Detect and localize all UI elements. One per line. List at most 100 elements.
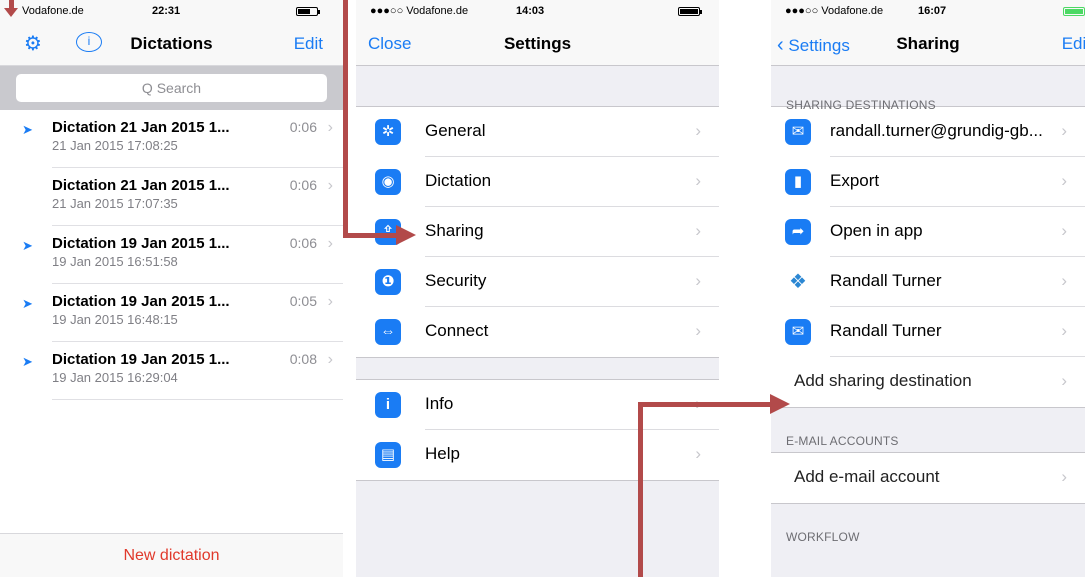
dropbox-icon: ❖	[785, 269, 811, 295]
dictation-duration: 0:05	[289, 293, 317, 309]
add-email-account-row[interactable]: Add e-mail account ›	[771, 453, 1085, 503]
chevron-right-icon: ›	[1061, 221, 1067, 240]
add-sharing-destination-row[interactable]: Add sharing destination ›	[771, 357, 1085, 407]
page-title: Dictations	[130, 34, 213, 53]
chevron-right-icon: ›	[1061, 321, 1067, 340]
settings-row-general[interactable]: ✲ General ›	[356, 107, 719, 157]
chevron-right-icon: ›	[327, 235, 333, 252]
dictations-nav-bar: ⚙ i Dictations Edit	[0, 22, 343, 66]
row-label: Connect	[425, 321, 489, 340]
chevron-right-icon: ›	[327, 351, 333, 368]
page-title: Settings	[503, 34, 572, 53]
sharing-nav-bar: ‹ Settings Sharing Edit	[771, 22, 1085, 66]
record-icon: ◉	[375, 169, 401, 195]
email-accounts-group: Add e-mail account ›	[771, 452, 1085, 504]
dictation-row[interactable]: ➤ Dictation 19 Jan 2015 1... 19 Jan 2015 1…	[22, 226, 343, 284]
chevron-right-icon: ›	[695, 121, 701, 140]
settings-row-open-in-app[interactable]: ➦ Open in app ›	[771, 207, 1085, 257]
edit-button[interactable]: Edit	[294, 34, 323, 54]
dictation-row[interactable]: ➤ Dictation 21 Jan 2015 1... 21 Jan 2015 1…	[22, 110, 343, 168]
chevron-right-icon: ›	[327, 293, 333, 310]
open-in-app-icon: ➦	[785, 219, 811, 245]
dictation-date: 19 Jan 2015 16:29:04	[52, 370, 178, 385]
row-label: Open in app	[830, 221, 923, 240]
dictation-duration: 0:06	[289, 119, 317, 135]
dictation-row[interactable]: ➤ Dictation 19 Jan 2015 1... 19 Jan 2015 1…	[22, 284, 343, 342]
settings-row-randall-turner-grundig-gb[interactable]: ✉ randall.turner@grundig-gb... ›	[771, 107, 1085, 157]
settings-row-dictation[interactable]: ◉ Dictation ›	[356, 157, 719, 207]
search-bar: Q Search	[0, 66, 343, 110]
dictation-list: ➤ Dictation 21 Jan 2015 1... 21 Jan 2015 1…	[0, 110, 343, 400]
gear-icon: ✲	[375, 119, 401, 145]
chevron-right-icon: ›	[695, 444, 701, 463]
search-input[interactable]: Q Search	[16, 74, 327, 102]
status-bar: ●●●○○ Vodafone.de 16:07	[771, 0, 1085, 22]
settings-row-randall-turner[interactable]: ✉ Randall Turner ›	[771, 307, 1085, 357]
status-time: 16:07	[918, 5, 947, 17]
row-label: General	[425, 121, 486, 140]
row-label: Info	[425, 394, 454, 413]
dictation-date: 19 Jan 2015 16:51:58	[52, 254, 178, 269]
usb-icon: ▮	[785, 169, 811, 195]
status-time: 14:03	[516, 5, 545, 17]
sent-icon: ➤	[22, 296, 33, 311]
chevron-right-icon: ›	[327, 177, 333, 194]
book-icon: ▤	[375, 442, 401, 468]
settings-row-randall-turner[interactable]: ❖ Randall Turner ›	[771, 257, 1085, 307]
chevron-right-icon: ›	[1061, 467, 1067, 486]
edit-button[interactable]: Edit	[1062, 34, 1085, 54]
row-label: Security	[425, 271, 487, 290]
dictations-screen: Vodafone.de 22:31 ⚙ i Dictations Edit Q …	[0, 0, 343, 577]
settings-row-export[interactable]: ▮ Export ›	[771, 157, 1085, 207]
page-title: Sharing	[896, 34, 960, 53]
dictation-date: 21 Jan 2015 17:07:35	[52, 196, 178, 211]
settings-group-info: i Info ›▤ Help ›	[356, 379, 719, 481]
row-label: Randall Turner	[830, 271, 942, 290]
add-email-account-label: Add e-mail account	[794, 467, 940, 486]
row-label: randall.turner@grundig-gb...	[830, 121, 1043, 140]
carrier-label: ●●●○○ Vodafone.de	[785, 5, 884, 17]
status-bar: Vodafone.de 22:31	[0, 0, 343, 22]
dictation-date: 21 Jan 2015 17:08:25	[52, 138, 178, 153]
row-label: Sharing	[425, 221, 484, 240]
battery-icon	[1063, 7, 1085, 16]
dictation-name: Dictation 19 Jan 2015 1...	[52, 293, 230, 310]
chevron-right-icon: ›	[695, 271, 701, 290]
sharing-destinations-group: ✉ randall.turner@grundig-gb... › ▮ Export › ➦ O…	[771, 106, 1085, 408]
status-time: 22:31	[152, 5, 181, 17]
lock-icon: ❶	[375, 269, 401, 295]
mail-icon: ✉	[785, 319, 811, 345]
dictation-name: Dictation 19 Jan 2015 1...	[52, 351, 230, 368]
battery-icon	[678, 7, 702, 16]
settings-screen: ●●●○○ Vodafone.de 14:03 Close Settings ✲…	[356, 0, 719, 577]
carrier-label: ●●●○○ Vodafone.de	[370, 5, 469, 17]
dictation-name: Dictation 19 Jan 2015 1...	[52, 235, 230, 252]
sent-icon: ➤	[22, 238, 33, 253]
new-dictation-button[interactable]: New dictation	[0, 533, 343, 577]
sent-icon: ➤	[22, 354, 33, 369]
chevron-right-icon: ›	[695, 221, 701, 240]
settings-nav-bar: Close Settings	[356, 22, 719, 66]
chevron-right-icon: ›	[1061, 121, 1067, 140]
chevron-right-icon: ›	[327, 119, 333, 136]
section-title-email: E-MAIL ACCOUNTS	[786, 434, 899, 448]
settings-row-security[interactable]: ❶ Security ›	[356, 257, 719, 307]
row-label: Help	[425, 444, 460, 463]
row-label: Export	[830, 171, 880, 190]
settings-row-connect[interactable]: ⇔ Connect ›	[356, 307, 719, 357]
status-bar: ●●●○○ Vodafone.de 14:03	[356, 0, 719, 22]
battery-icon	[296, 7, 320, 16]
chevron-right-icon: ›	[695, 171, 701, 190]
chevron-right-icon: ›	[1061, 171, 1067, 190]
row-label: Dictation	[425, 171, 492, 190]
dictation-row[interactable]: Dictation 21 Jan 2015 1... 21 Jan 2015 17…	[52, 168, 343, 226]
settings-row-help[interactable]: ▤ Help ›	[356, 430, 719, 480]
carrier-label: Vodafone.de	[22, 5, 84, 17]
chevron-right-icon: ›	[1061, 371, 1067, 390]
sent-icon: ➤	[22, 122, 33, 137]
dictation-row[interactable]: ➤ Dictation 19 Jan 2015 1... 19 Jan 2015 1…	[22, 342, 343, 400]
row-label: Randall Turner	[830, 321, 942, 340]
connect-icon: ⇔	[375, 319, 401, 345]
dictation-duration: 0:06	[289, 235, 317, 251]
add-sharing-destination-label: Add sharing destination	[794, 371, 972, 390]
